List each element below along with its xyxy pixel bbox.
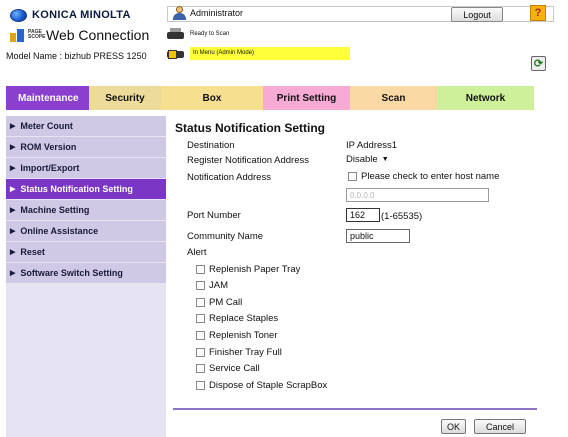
- cancel-button[interactable]: Cancel: [474, 419, 526, 434]
- sidebar-item-online-assistance[interactable]: ▶ Online Assistance: [6, 221, 166, 242]
- alert-checkbox[interactable]: [196, 380, 205, 390]
- port-number-input[interactable]: [346, 208, 380, 222]
- sidebar-item-import-export[interactable]: ▶ Import/Export: [6, 158, 166, 179]
- sidebar-item-status-notification-setting[interactable]: ▶ Status Notification Setting: [6, 179, 166, 200]
- alert-checkbox[interactable]: [196, 363, 205, 373]
- community-name-label: Community Name: [187, 231, 264, 242]
- destination-label: Destination: [187, 140, 235, 151]
- refresh-icon[interactable]: ⟳: [531, 56, 546, 71]
- sidebar-item-label: Online Assistance: [20, 226, 99, 236]
- status-ready-text: Ready to Scan: [190, 31, 230, 37]
- main-tabs: Maintenance Security Box Print Setting S…: [6, 86, 534, 110]
- hostname-checkbox[interactable]: [348, 172, 357, 181]
- printer-status-icon: [167, 27, 184, 41]
- model-name: Model Name : bizhub PRESS 1250: [6, 51, 147, 61]
- alert-option-label: Replenish Paper Tray: [209, 263, 301, 275]
- logout-button[interactable]: Logout: [451, 7, 503, 22]
- user-name: Administrator: [190, 8, 244, 18]
- sidebar-item-label: Reset: [20, 247, 45, 257]
- device-status-ready: Ready to Scan: [167, 27, 229, 41]
- status-menu-text: In Menu (Admin Mode): [190, 46, 350, 60]
- sidebar-item-software-switch-setting[interactable]: ▶ Software Switch Setting: [6, 263, 166, 284]
- arrow-right-icon: ▶: [10, 228, 16, 235]
- app-title: PAGE SCOPE Web Connection: [10, 27, 150, 43]
- arrow-right-icon: ▶: [10, 270, 16, 277]
- alert-option-label: PM Call: [209, 296, 243, 308]
- alert-option[interactable]: Replace Staples: [196, 312, 278, 324]
- tab-network[interactable]: Network: [437, 86, 534, 110]
- notification-address-label: Notification Address: [187, 172, 271, 183]
- tab-scan[interactable]: Scan: [350, 86, 437, 110]
- alert-option-label: Service Call: [209, 362, 260, 374]
- help-icon[interactable]: ?: [530, 5, 546, 21]
- administrator-icon: [172, 6, 186, 20]
- community-name-input[interactable]: [346, 229, 410, 243]
- sidebar-item-label: ROM Version: [20, 142, 77, 152]
- alert-option[interactable]: Replenish Toner: [196, 329, 277, 341]
- sidebar: ▶ Meter Count ▶ ROM Version ▶ Import/Exp…: [6, 116, 166, 437]
- alert-option[interactable]: Replenish Paper Tray: [196, 263, 300, 275]
- arrow-right-icon: ▶: [10, 207, 16, 214]
- sidebar-item-label: Import/Export: [20, 163, 80, 173]
- chevron-down-icon: ▼: [381, 156, 389, 163]
- arrow-right-icon: ▶: [10, 123, 16, 130]
- konica-minolta-logo-icon: [10, 8, 27, 22]
- alert-label: Alert: [187, 247, 207, 258]
- arrow-right-icon: ▶: [10, 249, 16, 256]
- sidebar-item-meter-count[interactable]: ▶ Meter Count: [6, 116, 166, 137]
- alert-option-label: Finisher Tray Full: [209, 346, 282, 358]
- sidebar-item-label: Software Switch Setting: [20, 268, 123, 278]
- brand-name: KONICA MINOLTA: [32, 9, 131, 21]
- arrow-right-icon: ▶: [10, 144, 16, 151]
- app-title-text: Web Connection: [46, 27, 150, 43]
- alert-checkbox[interactable]: [196, 264, 205, 274]
- alert-option-label: Dispose of Staple ScrapBox: [209, 379, 328, 391]
- alert-option[interactable]: PM Call: [196, 296, 242, 308]
- sidebar-item-label: Status Notification Setting: [20, 184, 133, 194]
- sidebar-item-machine-setting[interactable]: ▶ Machine Setting: [6, 200, 166, 221]
- alert-option[interactable]: Service Call: [196, 362, 260, 374]
- alert-option[interactable]: Finisher Tray Full: [196, 346, 282, 358]
- pagescope-label: PAGE SCOPE: [28, 29, 46, 40]
- brand: KONICA MINOLTA: [10, 8, 131, 22]
- tab-print-setting[interactable]: Print Setting: [263, 86, 350, 110]
- alert-option[interactable]: JAM: [196, 279, 228, 291]
- tab-security[interactable]: Security: [89, 86, 161, 110]
- alert-checkbox[interactable]: [196, 347, 205, 357]
- alert-checkbox[interactable]: [196, 297, 205, 307]
- divider: [173, 408, 537, 410]
- register-notification-label: Register Notification Address: [187, 155, 309, 166]
- arrow-right-icon: ▶: [10, 186, 16, 193]
- pagescope-logo-icon: [10, 28, 24, 42]
- sidebar-item-label: Meter Count: [20, 121, 73, 131]
- tab-maintenance[interactable]: Maintenance: [6, 86, 89, 110]
- page-title: Status Notification Setting: [175, 121, 325, 135]
- register-notification-select[interactable]: Disable ▼: [346, 153, 389, 166]
- sidebar-item-reset[interactable]: ▶ Reset: [6, 242, 166, 263]
- alert-checkbox[interactable]: [196, 280, 205, 290]
- device-status-menu: In Menu (Admin Mode): [167, 46, 350, 60]
- ok-button[interactable]: OK: [441, 419, 466, 434]
- alert-option-label: Replace Staples: [209, 312, 279, 324]
- notification-address-input[interactable]: [346, 188, 489, 202]
- printer-warning-icon: [167, 47, 184, 60]
- hostname-checkbox-label: Please check to enter host name: [361, 171, 500, 182]
- register-notification-value: Disable: [346, 154, 378, 165]
- port-range-hint: (1-65535): [381, 211, 423, 222]
- alert-option-label: JAM: [209, 279, 228, 291]
- alert-checkbox[interactable]: [196, 313, 205, 323]
- sidebar-item-rom-version[interactable]: ▶ ROM Version: [6, 137, 166, 158]
- port-number-label: Port Number: [187, 210, 241, 221]
- alert-option-label: Replenish Toner: [209, 329, 278, 341]
- arrow-right-icon: ▶: [10, 165, 16, 172]
- sidebar-item-label: Machine Setting: [20, 205, 90, 215]
- alert-option[interactable]: Dispose of Staple ScrapBox: [196, 379, 327, 391]
- hostname-option: Please check to enter host name: [348, 171, 499, 182]
- destination-value: IP Address1: [346, 140, 398, 151]
- alert-checkbox[interactable]: [196, 330, 205, 340]
- tab-box[interactable]: Box: [161, 86, 263, 110]
